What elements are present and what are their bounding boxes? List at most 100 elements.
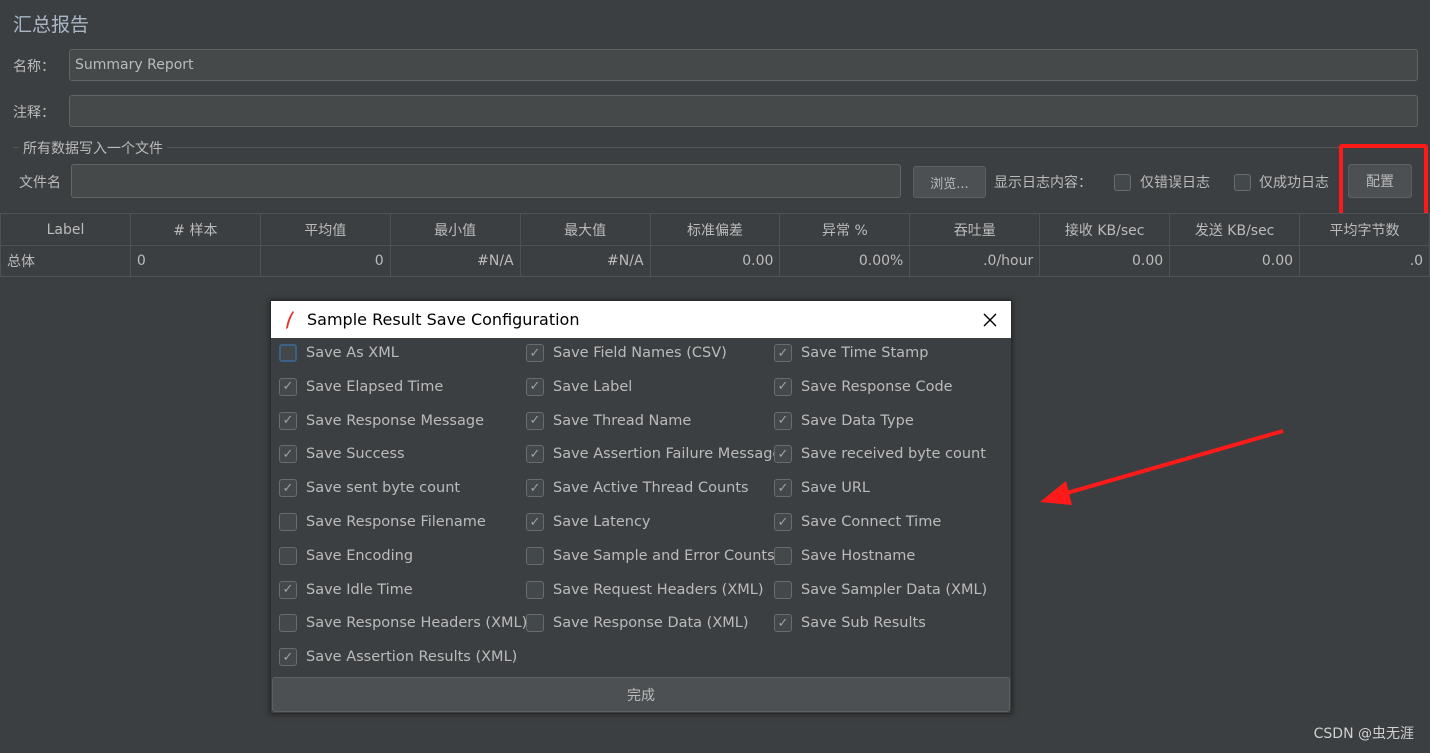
save-option-label: Save URL xyxy=(801,480,870,497)
table-cell: 0 xyxy=(129,245,261,277)
checkbox-unchecked[interactable] xyxy=(279,513,297,531)
table-cell: 0.00 xyxy=(1169,245,1301,277)
browse-button[interactable]: 浏览... xyxy=(913,166,986,198)
save-option[interactable]: ✓ Save Idle Time xyxy=(279,580,413,599)
save-option-label: Save Response Data (XML) xyxy=(553,615,749,632)
save-option[interactable]: ✓ Save Time Stamp xyxy=(774,344,928,362)
save-option[interactable]: ✓ Save Success xyxy=(279,445,405,464)
checkbox-checked[interactable]: ✓ xyxy=(774,479,792,498)
filename-input[interactable] xyxy=(71,164,901,198)
checkbox-checked[interactable]: ✓ xyxy=(279,479,297,498)
checkbox-checked[interactable]: ✓ xyxy=(526,445,544,464)
save-option-label: Save Data Type xyxy=(801,412,914,429)
table-cell: 0.00 xyxy=(649,245,781,277)
column-header[interactable]: 最大值 xyxy=(519,213,651,246)
save-option[interactable]: ✓ Save Assertion Failure Message xyxy=(526,445,782,464)
errors-only-label: 仅错误日志 xyxy=(1140,175,1210,191)
save-option[interactable]: Save Response Headers (XML) xyxy=(279,614,527,633)
save-option[interactable]: ✓ Save Response Code xyxy=(774,377,953,396)
checkbox-checked[interactable]: ✓ xyxy=(774,377,792,396)
save-option-label: Save Sampler Data (XML) xyxy=(801,581,988,598)
checkbox-checked[interactable]: ✓ xyxy=(774,411,792,430)
errors-only-checkbox[interactable] xyxy=(1114,174,1131,191)
save-option-label: Save Response Message xyxy=(306,412,485,429)
save-option[interactable]: Save Response Data (XML) xyxy=(526,614,749,633)
table-cell: 0.00% xyxy=(779,245,911,277)
column-header[interactable]: 异常 % xyxy=(779,213,911,246)
checkbox-checked[interactable]: ✓ xyxy=(774,445,792,464)
save-option[interactable]: ✓ Save sent byte count xyxy=(279,479,461,498)
column-header[interactable]: 吞吐量 xyxy=(909,213,1041,246)
name-input[interactable]: Summary Report xyxy=(69,49,1418,81)
save-option-label: Save Success xyxy=(306,446,405,463)
checkbox-unchecked[interactable] xyxy=(774,546,792,565)
checkbox-unchecked[interactable] xyxy=(279,614,297,633)
save-option-label: Save As XML xyxy=(306,345,399,361)
annotation-highlight-box xyxy=(1339,144,1428,219)
save-option[interactable]: ✓ Save Sub Results xyxy=(774,614,926,633)
name-label: 名称： xyxy=(13,59,55,75)
save-option[interactable]: ✓ Save Active Thread Counts xyxy=(526,479,749,498)
column-header[interactable]: 平均字节数 xyxy=(1299,213,1430,246)
save-option[interactable]: Save Hostname xyxy=(774,546,915,565)
save-option[interactable]: ✓ Save URL xyxy=(774,479,870,498)
save-option[interactable]: ✓ Save Assertion Results (XML) xyxy=(279,648,517,667)
checkbox-unchecked[interactable] xyxy=(526,546,544,565)
checkbox-checked[interactable]: ✓ xyxy=(279,648,297,667)
save-option-label: Save Connect Time xyxy=(801,514,942,530)
checkbox-unchecked[interactable] xyxy=(526,614,544,633)
checkbox-checked[interactable]: ✓ xyxy=(526,479,544,498)
checkbox-checked[interactable]: ✓ xyxy=(526,411,544,430)
save-option[interactable]: Save Response Filename xyxy=(279,513,486,531)
save-option[interactable]: Save Encoding xyxy=(279,546,413,565)
table-cell: #N/A xyxy=(389,245,521,277)
save-option[interactable]: ✓ Save Field Names (CSV) xyxy=(526,344,727,362)
save-option[interactable]: Save As XML xyxy=(279,344,399,362)
comment-input[interactable] xyxy=(69,95,1418,127)
save-option[interactable]: Save Sample and Error Counts xyxy=(526,546,775,565)
table-row[interactable]: 总体 0 0 #N/A #N/A 0.00 0.00% .0/hour 0.00 0.00.0 xyxy=(0,245,1430,277)
checkbox-checked[interactable]: ✓ xyxy=(526,513,544,531)
column-header[interactable]: 接收 KB/sec xyxy=(1039,213,1171,246)
checkbox-checked[interactable]: ✓ xyxy=(526,344,544,362)
checkbox-checked[interactable]: ✓ xyxy=(279,580,297,599)
checkbox-checked[interactable]: ✓ xyxy=(774,344,792,362)
checkbox-checked[interactable]: ✓ xyxy=(526,377,544,396)
checkbox-unchecked[interactable] xyxy=(774,580,792,599)
save-option[interactable]: ✓ Save Label xyxy=(526,377,632,396)
checkbox-unchecked[interactable] xyxy=(279,546,297,565)
save-option[interactable]: Save Request Headers (XML) xyxy=(526,580,764,599)
checkbox-checked[interactable]: ✓ xyxy=(279,377,297,396)
column-header[interactable]: 最小值 xyxy=(389,213,521,246)
save-option[interactable]: ✓ Save Connect Time xyxy=(774,513,941,531)
summary-table: Label # 样本 平均值 最小值 最大值 标准偏差 异常 % 吞吐量 接收 KB/sec 发送… xyxy=(0,213,1430,277)
save-option[interactable]: ✓ Save Thread Name xyxy=(526,411,691,430)
save-option[interactable]: ✓ Save Latency xyxy=(526,513,651,531)
checkbox-checked[interactable]: ✓ xyxy=(774,513,792,531)
column-header[interactable]: # 样本 xyxy=(129,213,261,246)
save-option-label: Save Response Filename xyxy=(306,514,486,530)
save-option[interactable]: ✓ Save Response Message xyxy=(279,411,485,430)
done-button[interactable]: 完成 xyxy=(272,677,1010,712)
table-cell: 0.00 xyxy=(1039,245,1171,277)
save-option[interactable]: Save Sampler Data (XML) xyxy=(774,580,988,599)
checkbox-checked[interactable]: ✓ xyxy=(279,445,297,464)
save-option-label: Save sent byte count xyxy=(306,480,461,497)
checkbox-checked[interactable]: ✓ xyxy=(279,411,297,430)
save-option[interactable]: ✓ Save Data Type xyxy=(774,411,914,430)
success-only-checkbox[interactable] xyxy=(1234,174,1251,191)
save-option-label: Save received byte count xyxy=(801,446,986,463)
save-option[interactable]: ✓ Save received byte count xyxy=(774,445,986,464)
column-header[interactable]: 标准偏差 xyxy=(649,213,781,246)
checkbox-unchecked[interactable] xyxy=(526,580,544,599)
jmeter-feather-icon xyxy=(286,310,294,329)
close-icon[interactable] xyxy=(983,313,997,327)
column-header[interactable]: Label xyxy=(0,213,131,246)
save-option-label: Save Assertion Failure Message xyxy=(553,446,782,463)
save-option-label: Save Elapsed Time xyxy=(306,378,444,395)
column-header[interactable]: 平均值 xyxy=(259,213,391,246)
checkbox-unchecked[interactable] xyxy=(279,344,297,362)
checkbox-checked[interactable]: ✓ xyxy=(774,614,792,633)
column-header[interactable]: 发送 KB/sec xyxy=(1169,213,1301,246)
save-option[interactable]: ✓ Save Elapsed Time xyxy=(279,377,444,396)
